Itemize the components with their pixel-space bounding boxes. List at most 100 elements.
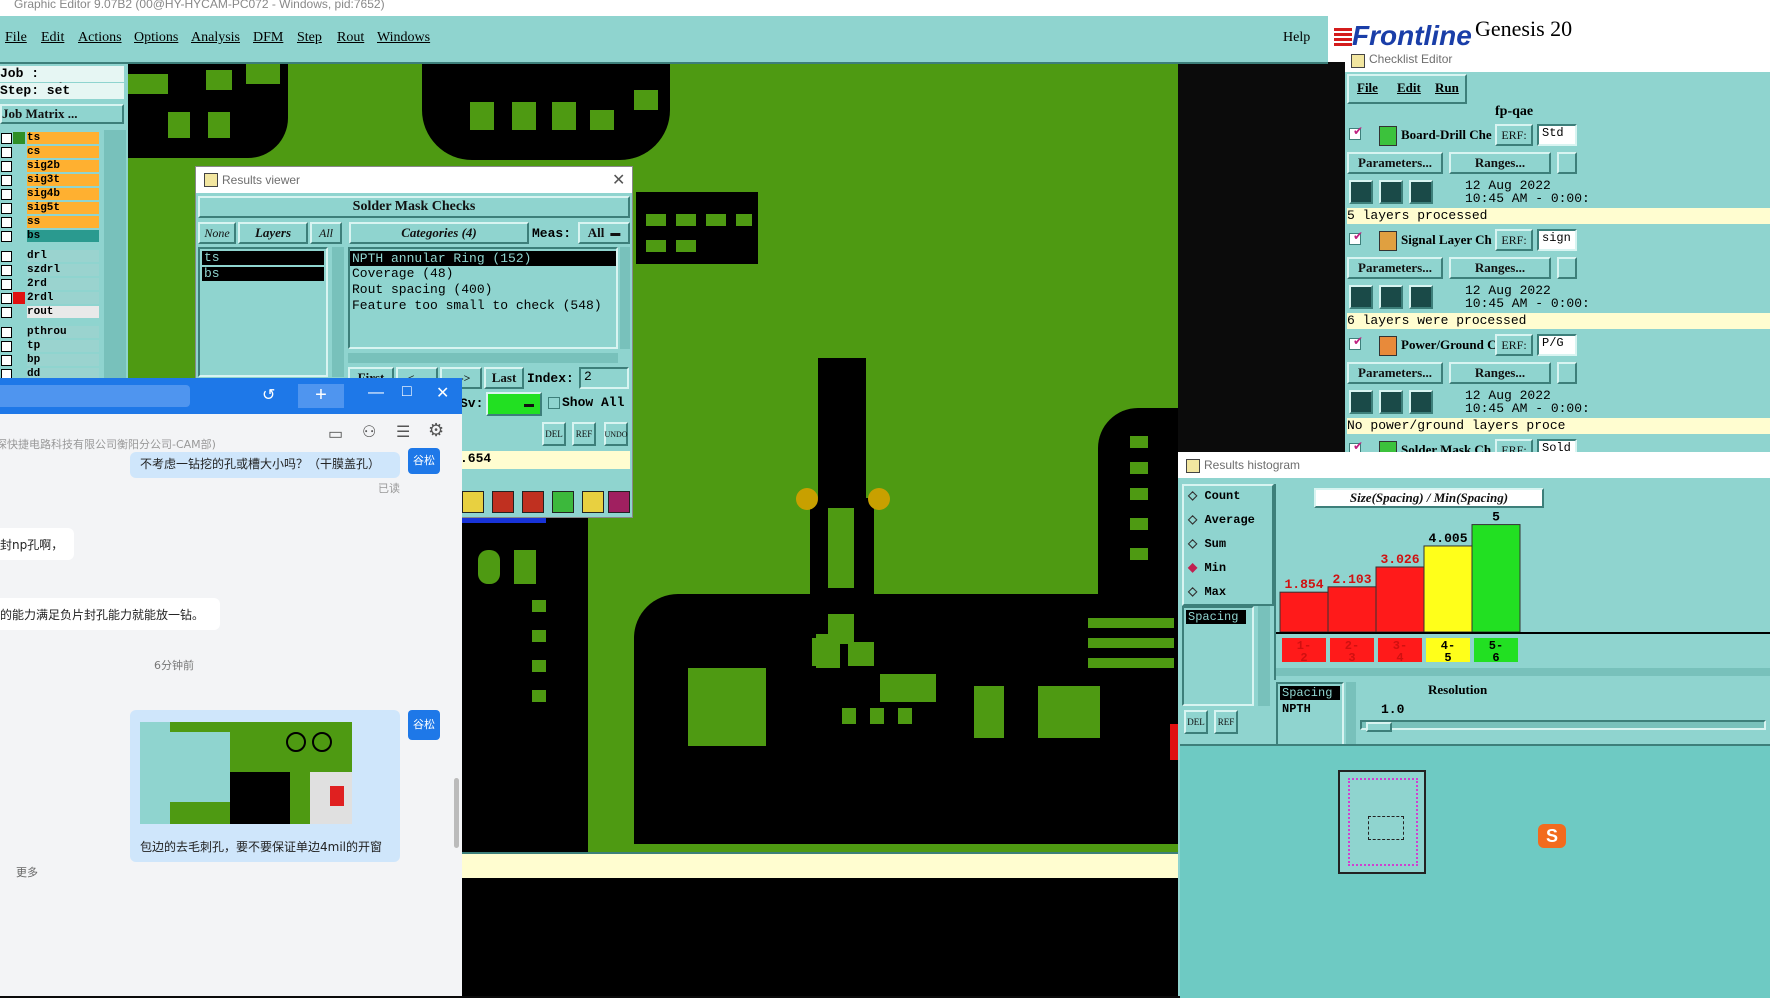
- layer-color-swatch[interactable]: [13, 250, 25, 262]
- none-button[interactable]: None: [198, 222, 236, 244]
- maximize-icon[interactable]: □: [402, 383, 412, 401]
- ranges-button[interactable]: Ranges...: [1449, 152, 1551, 174]
- category-feature-small[interactable]: Feature too small to check (548): [350, 298, 616, 314]
- erf-value[interactable]: Std: [1537, 124, 1577, 146]
- histogram-bar[interactable]: [1471, 524, 1521, 633]
- menu-step[interactable]: Step: [297, 30, 322, 46]
- categories-list[interactable]: NPTH annular Ring (152) Coverage (48) Ro…: [348, 247, 618, 349]
- gear-icon[interactable]: ⚙: [428, 420, 444, 441]
- layer-color-swatch[interactable]: [13, 264, 25, 276]
- run-icon[interactable]: [1349, 180, 1373, 204]
- show-all-checkbox[interactable]: [548, 397, 560, 409]
- search-list-icon[interactable]: ☰: [396, 422, 410, 442]
- layer-color-swatch[interactable]: [13, 326, 25, 338]
- layer-checkbox[interactable]: [1, 327, 12, 338]
- layer-row-sig3t[interactable]: sig3t: [27, 174, 99, 186]
- layer-checkbox[interactable]: [1, 175, 12, 186]
- resolution-slider-thumb[interactable]: [1366, 722, 1392, 732]
- layer-row-sig2b[interactable]: sig2b: [27, 160, 99, 172]
- layer-color-swatch[interactable]: [13, 132, 25, 144]
- categories-scrollbar[interactable]: [620, 247, 630, 349]
- layer-row-2rd[interactable]: 2rd: [27, 278, 99, 290]
- chat-search-input[interactable]: [0, 385, 190, 407]
- menu-file[interactable]: File: [5, 30, 27, 46]
- histogram-bar[interactable]: [1279, 591, 1329, 633]
- menu-dfm[interactable]: DFM: [253, 30, 283, 46]
- last-button[interactable]: Last: [484, 367, 524, 389]
- folder-icon[interactable]: ▭: [328, 424, 343, 444]
- layer-color-swatch[interactable]: [13, 146, 25, 158]
- chart-scrollbar[interactable]: [1276, 668, 1770, 676]
- extra-button[interactable]: [1557, 152, 1577, 174]
- option-count[interactable]: ◇ Count: [1188, 488, 1240, 503]
- checklist-menu-run[interactable]: Run: [1435, 80, 1459, 96]
- option-min[interactable]: ◆ Min: [1188, 560, 1226, 575]
- checklist-menu-file[interactable]: File: [1357, 80, 1378, 96]
- more-button[interactable]: 更多: [16, 864, 38, 880]
- extra-button[interactable]: [1557, 362, 1577, 384]
- layer-row-pthrou[interactable]: pthrou: [27, 326, 99, 338]
- avatar[interactable]: 谷松: [408, 448, 440, 474]
- layer-row-sig4b[interactable]: sig4b: [27, 188, 99, 200]
- list-icon[interactable]: [582, 491, 604, 513]
- image-message[interactable]: 包边的去毛刺孔，要不要保证单边4mil的开窗: [130, 710, 400, 862]
- hist-ref-icon[interactable]: REF: [1214, 710, 1238, 734]
- layer-row-tp[interactable]: tp: [27, 340, 99, 352]
- parameters-button[interactable]: Parameters...: [1347, 362, 1443, 384]
- layer-row-cs[interactable]: cs: [27, 146, 99, 158]
- yellow-icon[interactable]: [462, 491, 484, 513]
- histogram-layer-list[interactable]: Spacing: [1182, 606, 1254, 706]
- layer-select-list[interactable]: ts bs: [198, 247, 328, 377]
- run-icon[interactable]: [1409, 390, 1433, 414]
- severity-select[interactable]: ▬: [486, 392, 542, 416]
- layer-checkbox[interactable]: [1, 189, 12, 200]
- screenshot-thumbnail[interactable]: [140, 722, 352, 824]
- chart-icon[interactable]: [552, 491, 574, 513]
- layer-color-swatch[interactable]: [13, 230, 25, 242]
- layer-checkbox[interactable]: [1, 161, 12, 172]
- category-npth-annular[interactable]: NPTH annular Ring (152): [350, 251, 616, 266]
- minimize-icon[interactable]: —: [368, 384, 384, 402]
- menu-options[interactable]: Options: [134, 30, 178, 46]
- run-icon[interactable]: [1349, 285, 1373, 309]
- layer-row-ts[interactable]: ts: [27, 132, 99, 144]
- parameters-button[interactable]: Parameters...: [1347, 257, 1443, 279]
- add-button[interactable]: +: [298, 384, 344, 408]
- layer-checkbox[interactable]: [1, 307, 12, 318]
- layer-checkbox[interactable]: [1, 279, 12, 290]
- undo-icon[interactable]: UNDO: [604, 422, 628, 446]
- ranges-button[interactable]: Ranges...: [1449, 257, 1551, 279]
- erf-value[interactable]: sign: [1537, 229, 1577, 251]
- layer-row-szdrl[interactable]: szdrl: [27, 264, 99, 276]
- npth-item[interactable]: NPTH: [1280, 702, 1340, 716]
- layer-scrollbar[interactable]: [104, 130, 126, 384]
- categories-hscroll[interactable]: [348, 353, 618, 363]
- layer-row-bs[interactable]: bs: [27, 230, 99, 242]
- option-sum[interactable]: ◇ Sum: [1188, 536, 1226, 551]
- job-matrix-button[interactable]: Job Matrix ...: [0, 104, 124, 124]
- layer-color-swatch[interactable]: [13, 340, 25, 352]
- run-icon[interactable]: [1379, 180, 1403, 204]
- layer-row-sig5t[interactable]: sig5t: [27, 202, 99, 214]
- layer-checkbox[interactable]: [1, 147, 12, 158]
- layer-row-drl[interactable]: drl: [27, 250, 99, 262]
- erf-value[interactable]: P/G: [1537, 334, 1577, 356]
- menu-analysis[interactable]: Analysis: [191, 30, 240, 46]
- layer-checkbox[interactable]: [1, 133, 12, 144]
- menu-help[interactable]: Help: [1283, 30, 1310, 46]
- layers-button[interactable]: Layers: [238, 222, 308, 244]
- histogram-icon[interactable]: [608, 491, 630, 513]
- cross-icon[interactable]: [522, 491, 544, 513]
- layer-list-scrollbar[interactable]: [332, 247, 344, 377]
- option-average[interactable]: ◇ Average: [1188, 512, 1255, 527]
- chat-scrollbar[interactable]: [454, 778, 459, 848]
- layer-checkbox[interactable]: [1, 217, 12, 228]
- layer-row-ss[interactable]: ss: [27, 216, 99, 228]
- layer-checkbox[interactable]: [1, 355, 12, 366]
- run-icon[interactable]: [1409, 285, 1433, 309]
- run-icon[interactable]: [1379, 390, 1403, 414]
- layer-color-swatch[interactable]: [13, 306, 25, 318]
- ref-icon[interactable]: REF: [572, 422, 596, 446]
- layer-color-swatch[interactable]: [13, 174, 25, 186]
- histogram-bar[interactable]: [1375, 566, 1425, 633]
